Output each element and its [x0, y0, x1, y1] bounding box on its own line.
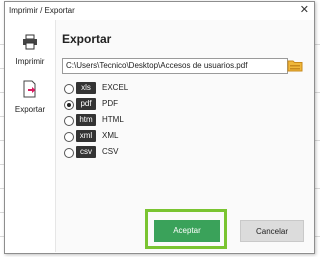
format-label: HTML: [102, 115, 124, 124]
format-option-csv[interactable]: csv CSV: [62, 146, 182, 160]
format-badge: xls: [76, 82, 96, 94]
close-icon[interactable]: ✕: [300, 4, 309, 16]
format-label: XML: [102, 131, 119, 140]
sidebar-item-exportar[interactable]: Exportar: [5, 80, 55, 114]
sidebar: Imprimir Exportar: [5, 20, 55, 252]
format-option-xls[interactable]: xls EXCEL: [62, 82, 182, 96]
format-option-pdf[interactable]: pdf PDF: [62, 98, 182, 112]
printer-icon: [23, 34, 37, 50]
radio-button[interactable]: [64, 116, 74, 126]
radio-button[interactable]: [64, 84, 74, 94]
cancel-button[interactable]: Cancelar: [240, 220, 304, 242]
format-label: CSV: [102, 147, 119, 156]
format-label: EXCEL: [102, 83, 129, 92]
browse-folder-button[interactable]: [287, 57, 303, 73]
title-bar: Imprimir / Exportar ✕: [5, 2, 314, 20]
format-badge: csv: [76, 146, 96, 158]
format-badge: xml: [76, 130, 96, 142]
format-label: PDF: [102, 99, 118, 108]
sidebar-item-label: Imprimir: [15, 57, 45, 66]
export-panel: Exportar xls EXCEL pdf PDF htm: [56, 20, 314, 252]
format-badge: htm: [76, 114, 96, 126]
sidebar-item-imprimir[interactable]: Imprimir: [5, 34, 55, 66]
export-icon: [23, 80, 36, 98]
radio-button[interactable]: [64, 132, 74, 142]
window-title: Imprimir / Exportar: [9, 6, 75, 15]
format-badge: pdf: [76, 98, 96, 110]
radio-button[interactable]: [64, 148, 74, 158]
sidebar-item-label: Exportar: [14, 105, 46, 114]
radio-button[interactable]: [64, 100, 74, 110]
format-option-htm[interactable]: htm HTML: [62, 114, 182, 128]
accept-button[interactable]: Aceptar: [154, 220, 220, 242]
section-title: Exportar: [62, 32, 112, 46]
file-path-input[interactable]: [62, 58, 288, 74]
export-dialog: Imprimir / Exportar ✕ Imprimir Exportar …: [4, 1, 315, 254]
folder-icon: [287, 60, 303, 72]
format-option-xml[interactable]: xml XML: [62, 130, 182, 144]
